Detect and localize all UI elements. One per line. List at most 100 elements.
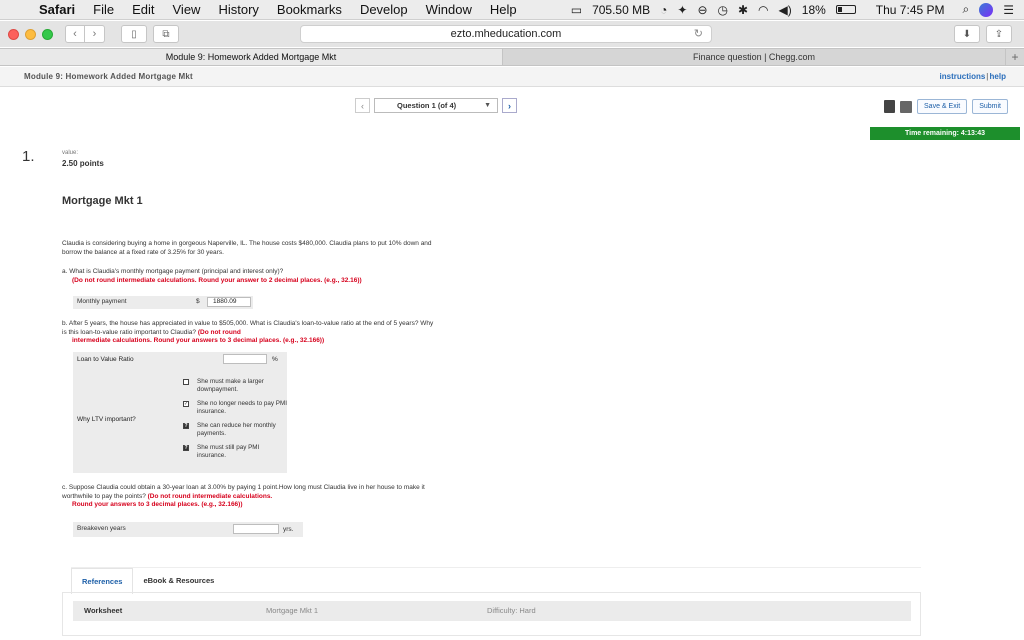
memory-icon[interactable]: ▭ bbox=[571, 3, 582, 17]
question-number: 1. bbox=[22, 148, 35, 165]
question-points: 2.50 points bbox=[62, 159, 104, 168]
notification-center-icon[interactable]: ☰ bbox=[1003, 3, 1014, 17]
header-links: instructions|help bbox=[940, 72, 1006, 81]
menu-bookmarks[interactable]: Bookmarks bbox=[268, 2, 351, 17]
tab-references[interactable]: References bbox=[71, 568, 134, 594]
chevron-down-icon: ▼ bbox=[484, 102, 491, 109]
history-nav: ‹ › bbox=[65, 25, 105, 43]
checkbox-unknown[interactable]: ? bbox=[183, 445, 189, 451]
submit-button[interactable]: Submit bbox=[972, 99, 1008, 114]
monthly-payment-row: Monthly payment $ 1880.09 bbox=[73, 296, 253, 309]
question-title: Mortgage Mkt 1 bbox=[62, 195, 143, 207]
tab-overview-button[interactable]: ⧉ bbox=[153, 25, 179, 43]
siri-icon[interactable] bbox=[979, 2, 994, 17]
menu-history[interactable]: History bbox=[209, 2, 267, 17]
menu-edit[interactable]: Edit bbox=[123, 2, 163, 17]
instructions-link[interactable]: instructions bbox=[940, 72, 986, 81]
url-text: ezto.mheducation.com bbox=[450, 28, 562, 40]
difficulty-label: Difficulty: Hard bbox=[487, 606, 536, 615]
worksheet-row: Worksheet Mortgage Mkt 1 Difficulty: Har… bbox=[73, 601, 911, 621]
choice-no-pmi[interactable]: ✓ She no longer needs to pay PMI insuran… bbox=[183, 400, 287, 416]
part-c-prompt: c. Suppose Claudia could obtain a 30-yea… bbox=[62, 484, 434, 510]
no-entry-icon[interactable]: ⊖ bbox=[697, 3, 707, 17]
menu-window[interactable]: Window bbox=[417, 2, 481, 17]
wifi-icon[interactable]: ◠ bbox=[758, 3, 768, 17]
back-button[interactable]: ‹ bbox=[65, 25, 85, 43]
ebook-icon[interactable] bbox=[884, 100, 896, 113]
checkbox-checked[interactable]: ✓ bbox=[183, 401, 189, 407]
ltv-input[interactable] bbox=[223, 354, 267, 364]
next-question-button[interactable]: › bbox=[502, 98, 517, 113]
tab-ebook-resources[interactable]: eBook & Resources bbox=[133, 568, 224, 594]
assignment-title: Module 9: Homework Added Mortgage Mkt bbox=[24, 72, 193, 81]
question-intro: Claudia is considering buying a home in … bbox=[62, 240, 432, 256]
print-icon[interactable] bbox=[900, 100, 913, 113]
ltv-panel: Loan to Value Ratio % Why LTV important?… bbox=[73, 352, 287, 473]
choice-larger-downpayment[interactable]: She must make a larger downpayment. bbox=[183, 378, 287, 394]
part-a-prompt: a. What is Claudia's monthly mortgage pa… bbox=[62, 268, 434, 285]
forward-button[interactable]: › bbox=[85, 25, 105, 43]
time-machine-icon[interactable]: ◷ bbox=[718, 3, 728, 17]
breakeven-unit: yrs. bbox=[283, 526, 294, 533]
assignment-actions: Save & Exit Submit bbox=[884, 99, 1008, 114]
choice-reduce-payments[interactable]: ? She can reduce her monthly payments. bbox=[183, 422, 287, 438]
currency-symbol: $ bbox=[196, 298, 200, 305]
page-header: Module 9: Homework Added Mortgage Mkt in… bbox=[0, 67, 1024, 87]
ltv-unit: % bbox=[272, 356, 278, 363]
close-window-button[interactable] bbox=[8, 28, 19, 40]
spotlight-icon[interactable]: ⌕ bbox=[963, 2, 970, 17]
bluetooth-icon[interactable]: ✱ bbox=[738, 3, 748, 17]
link-separator: | bbox=[986, 72, 989, 81]
battery-icon[interactable] bbox=[835, 5, 856, 14]
part-c-instruction-start: (Do not round intermediate calculations. bbox=[147, 492, 273, 500]
part-a-instruction: (Do not round intermediate calculations.… bbox=[72, 276, 362, 284]
choice-text: She must still pay PMI insurance. bbox=[197, 444, 260, 459]
worksheet-title: Mortgage Mkt 1 bbox=[266, 606, 319, 615]
previous-question-button[interactable]: ‹ bbox=[355, 98, 370, 113]
new-tab-button[interactable]: + bbox=[1006, 49, 1024, 65]
question-select-value: Question 1 (of 4) bbox=[397, 101, 457, 110]
time-remaining-bar: Time remaining: 4:13:43 bbox=[870, 127, 1020, 140]
part-a-text: a. What is Claudia's monthly mortgage pa… bbox=[62, 268, 284, 275]
memory-readout[interactable]: 705.50 MB bbox=[592, 3, 650, 17]
address-bar[interactable]: ezto.mheducation.com ↻ bbox=[300, 25, 712, 43]
app-icon[interactable]: ✦ bbox=[677, 3, 687, 17]
sidebar-button[interactable]: ▯ bbox=[121, 25, 147, 43]
share-button[interactable]: ⇪ bbox=[986, 25, 1012, 43]
clock[interactable]: Thu 7:45 PM bbox=[876, 3, 945, 17]
menu-file[interactable]: File bbox=[84, 2, 123, 17]
checkbox-unchecked[interactable] bbox=[183, 379, 189, 385]
volume-icon[interactable]: ◀) bbox=[779, 3, 792, 17]
zoom-window-button[interactable] bbox=[42, 28, 53, 40]
battery-percent[interactable]: 18% bbox=[802, 3, 826, 17]
breakeven-row: Breakeven years yrs. bbox=[73, 522, 303, 537]
breakeven-input[interactable] bbox=[233, 524, 279, 534]
save-exit-button[interactable]: Save & Exit bbox=[917, 99, 968, 114]
part-b-prompt: b. After 5 years, the house has apprecia… bbox=[62, 320, 434, 346]
monthly-payment-input[interactable]: 1880.09 bbox=[207, 297, 251, 307]
reference-tabs: References eBook & Resources bbox=[71, 567, 921, 594]
minimize-window-button[interactable] bbox=[25, 28, 36, 40]
part-b-instruction-start: (Do not round bbox=[197, 328, 241, 336]
question-navigator: ‹ Question 1 (of 4) ▼ › bbox=[355, 98, 517, 113]
tab-homework[interactable]: Module 9: Homework Added Mortgage Mkt bbox=[0, 49, 503, 65]
question-select[interactable]: Question 1 (of 4) ▼ bbox=[374, 98, 498, 113]
rss-icon[interactable]: ◔ bbox=[660, 3, 667, 17]
help-link[interactable]: help bbox=[990, 72, 1006, 81]
choice-text: She no longer needs to pay PMI insurance… bbox=[197, 400, 287, 415]
menu-view[interactable]: View bbox=[164, 2, 210, 17]
ltv-label: Loan to Value Ratio bbox=[77, 356, 134, 363]
menu-safari[interactable]: Safari bbox=[30, 2, 84, 17]
worksheet-label: Worksheet bbox=[84, 606, 123, 615]
choice-still-pmi[interactable]: ? She must still pay PMI insurance. bbox=[183, 444, 287, 460]
breakeven-label: Breakeven years bbox=[77, 525, 126, 532]
menu-help[interactable]: Help bbox=[481, 2, 526, 17]
downloads-button[interactable]: ⬇ bbox=[954, 25, 980, 43]
reload-icon[interactable]: ↻ bbox=[694, 26, 703, 42]
browser-toolbar: ‹ › ▯ ⧉ ezto.mheducation.com ↻ ⬇ ⇪ bbox=[0, 21, 1024, 47]
tab-chegg[interactable]: Finance question | Chegg.com bbox=[503, 49, 1006, 65]
menu-bar: Safari File Edit View History Bookmarks … bbox=[0, 0, 1024, 20]
checkbox-unknown[interactable]: ? bbox=[183, 423, 189, 429]
menu-develop[interactable]: Develop bbox=[351, 2, 417, 17]
part-b-instruction-rest: intermediate calculations. Round your an… bbox=[72, 337, 325, 345]
